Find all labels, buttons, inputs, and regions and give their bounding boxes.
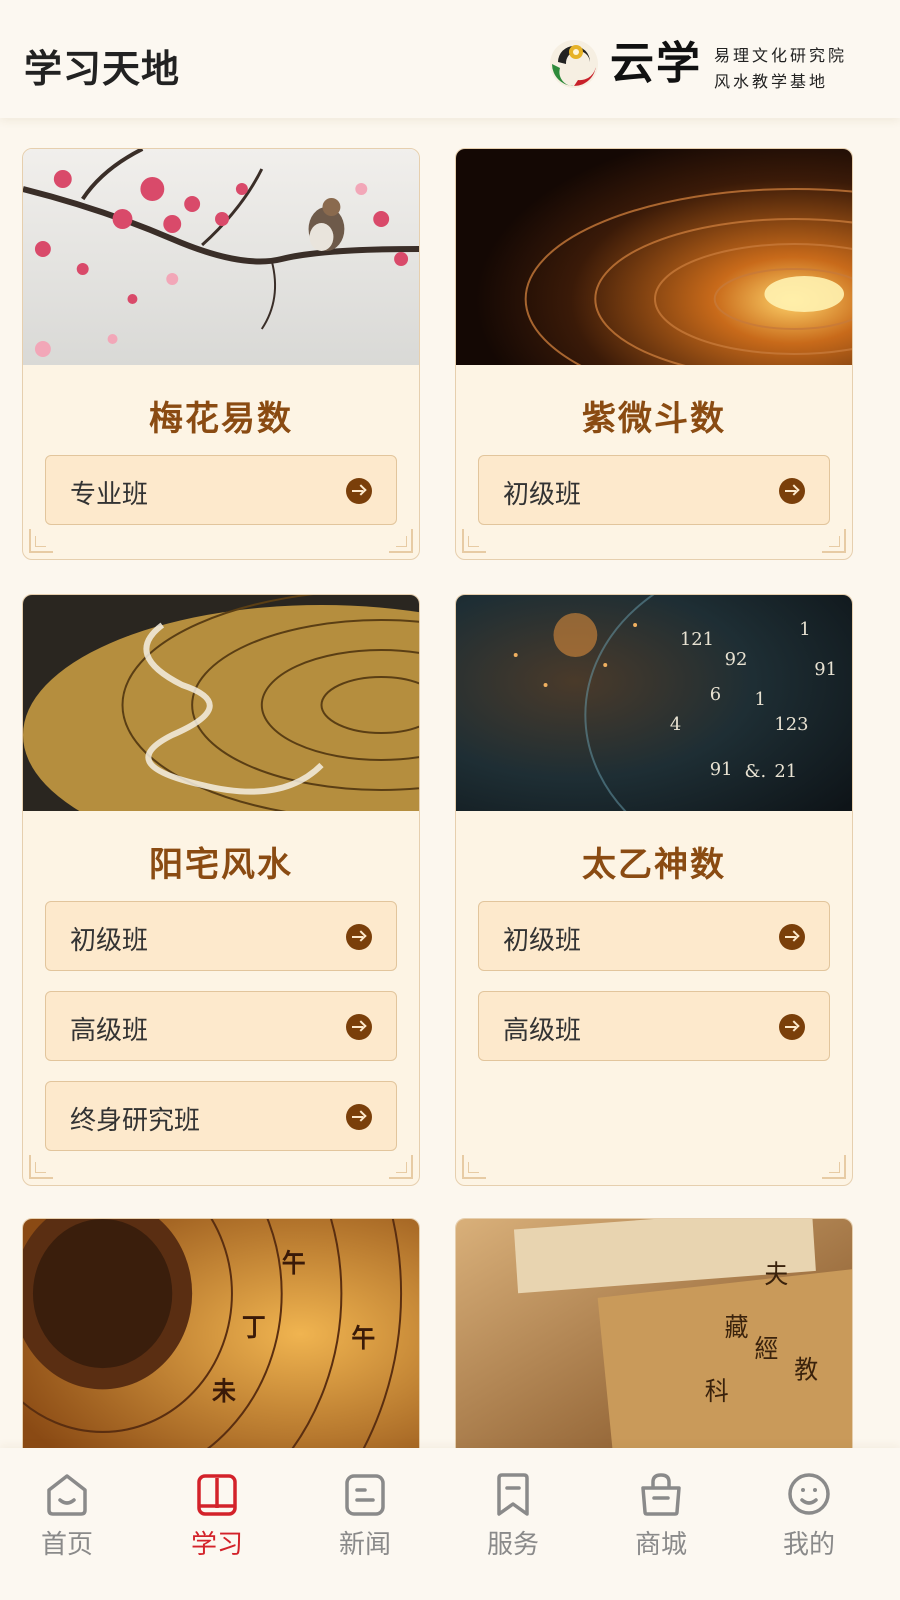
corner-ornament [822,529,846,553]
class-button[interactable]: 高级班 [45,991,397,1061]
course-card-yangzhai[interactable]: 阳宅风水 初级班 高级班 终身研究班 [22,594,420,1186]
svg-text:91: 91 [710,759,733,780]
tab-label: 首页 [40,1530,93,1560]
class-label: 初级班 [503,926,582,956]
class-label: 初级班 [503,480,582,510]
logo-subtitle-1: 易理文化研究院 [714,46,848,65]
course-card-meihua[interactable]: 梅花易数 专业班 [22,148,420,560]
svg-text:21: 21 [774,761,797,782]
svg-text:92: 92 [725,649,748,670]
corner-ornament [462,1155,486,1179]
course-title: 太乙神数 [582,845,726,885]
tab-mall[interactable]: 商城 [596,1470,726,1570]
class-button[interactable]: 初级班 [478,901,830,971]
smiley-face-icon [788,1473,830,1515]
tab-home[interactable]: 首页 [2,1470,132,1570]
tab-label: 服务 [486,1530,539,1560]
class-label: 初级班 [70,926,149,956]
shopping-bag-icon [641,1473,681,1516]
corner-ornament [462,529,486,553]
course-title: 梅花易数 [149,399,293,439]
corner-ornament [29,529,53,553]
course-card-ziwei[interactable]: 紫微斗数 初级班 [455,148,853,560]
compass-closeup-image: 午丁 午未 [23,1219,419,1449]
svg-text:經: 經 [754,1334,778,1364]
luopan-compass-image [23,595,419,811]
class-button[interactable]: 专业班 [45,455,397,525]
tab-label: 学习 [190,1530,243,1560]
svg-text:4: 4 [670,714,681,735]
arrow-right-icon [346,924,372,950]
news-icon [345,1474,385,1516]
logo-swirl-icon [550,40,598,88]
corner-ornament [389,529,413,553]
svg-text:123: 123 [774,714,808,735]
book-icon [197,1474,237,1516]
class-label: 高级班 [503,1016,582,1046]
logo-name: 云学 [610,38,702,89]
class-label: 终身研究班 [70,1106,201,1136]
brand-logo: 云学 易理文化研究院 风水教学基地 [548,36,888,94]
svg-text:科: 科 [705,1376,729,1406]
arrow-right-icon [779,1014,805,1040]
class-label: 高级班 [70,1016,149,1046]
svg-text:1: 1 [754,689,765,710]
svg-text:教: 教 [794,1355,818,1385]
arrow-right-icon [346,1014,372,1040]
svg-text:藏: 藏 [725,1312,749,1342]
tab-service[interactable]: 服务 [448,1470,578,1570]
svg-text:夫: 夫 [764,1259,788,1289]
tab-news[interactable]: 新闻 [300,1470,430,1570]
arrow-right-icon [346,478,372,504]
logo-subtitle-2: 风水教学基地 [714,72,829,91]
course-card-taiyi[interactable]: 121 92 1 91 6 1 123 91 &. 21 4 太乙神数 初级班 高级班 [455,594,853,1186]
class-button[interactable]: 高级班 [478,991,830,1061]
arrow-right-icon [779,478,805,504]
bottom-tab-bar: 首页 学习 新闻 服务 商城 我的 [0,1448,900,1600]
class-button[interactable]: 初级班 [478,455,830,525]
bookmark-icon [497,1473,529,1516]
svg-text:午: 午 [351,1323,375,1353]
arrow-right-icon [779,924,805,950]
course-title: 紫微斗数 [582,399,726,439]
numbers-sphere-image: 121 92 1 91 6 1 123 91 &. 21 4 [456,595,852,811]
svg-text:121: 121 [680,629,714,650]
tab-study[interactable]: 学习 [152,1470,282,1570]
compass-glow-image [456,149,852,365]
svg-text:6: 6 [710,684,721,705]
class-button[interactable]: 终身研究班 [45,1081,397,1151]
svg-text:未: 未 [212,1376,236,1406]
tab-label: 商城 [634,1530,687,1560]
class-label: 专业班 [70,480,149,510]
arrow-right-icon [346,1104,372,1130]
course-title: 阳宅风水 [149,845,293,885]
top-header: 学习天地 云学 易理文化研究院 风水教学基地 [0,0,900,118]
tab-label: 我的 [782,1530,835,1560]
corner-ornament [822,1155,846,1179]
svg-text:&.: &. [745,761,767,782]
plum-blossom-image [23,149,419,365]
class-button[interactable]: 初级班 [45,901,397,971]
tab-label: 新闻 [338,1530,391,1560]
tab-profile[interactable]: 我的 [744,1470,874,1570]
home-face-icon [47,1474,87,1516]
ancient-books-image: 夫藏經教科 [456,1219,852,1449]
svg-text:1: 1 [799,619,810,640]
corner-ornament [389,1155,413,1179]
svg-text:丁: 丁 [242,1312,266,1342]
svg-text:午: 午 [282,1248,306,1278]
page-title: 学习天地 [24,47,181,91]
svg-text:91: 91 [814,659,837,680]
corner-ornament [29,1155,53,1179]
